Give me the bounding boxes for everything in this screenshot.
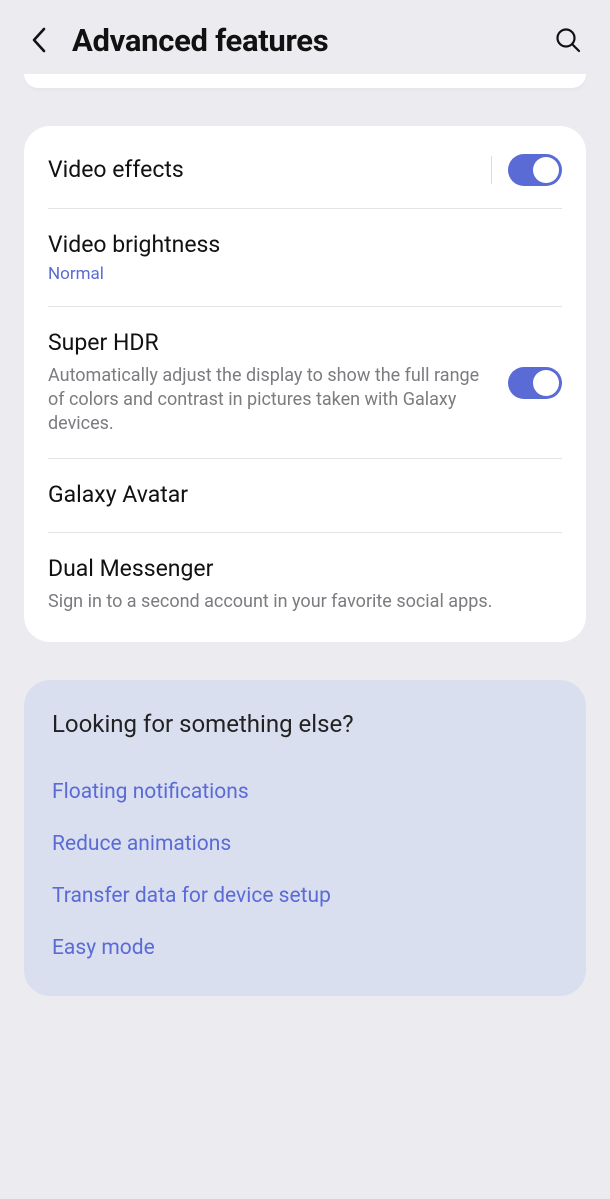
row-text: Galaxy Avatar xyxy=(48,481,562,510)
link-transfer-data[interactable]: Transfer data for device setup xyxy=(52,870,558,922)
row-text: Dual Messenger Sign in to a second accou… xyxy=(48,555,562,614)
toggle-knob xyxy=(533,370,559,396)
row-label: Galaxy Avatar xyxy=(48,481,562,510)
dual-messenger-row[interactable]: Dual Messenger Sign in to a second accou… xyxy=(24,533,586,636)
looking-card: Looking for something else? Floating not… xyxy=(24,680,586,996)
row-value: Normal xyxy=(48,264,562,284)
chevron-left-icon xyxy=(30,27,50,53)
row-label: Dual Messenger xyxy=(48,555,562,584)
settings-card: Video effects Video brightness Normal Su… xyxy=(24,126,586,642)
page-title: Advanced features xyxy=(72,22,534,59)
looking-title: Looking for something else? xyxy=(52,710,558,738)
video-brightness-row[interactable]: Video brightness Normal xyxy=(24,209,586,306)
galaxy-avatar-row[interactable]: Galaxy Avatar xyxy=(24,459,586,532)
video-effects-toggle[interactable] xyxy=(508,154,562,186)
previous-card-edge xyxy=(24,74,586,88)
row-description: Sign in to a second account in your favo… xyxy=(48,590,562,614)
toggle-knob xyxy=(533,157,559,183)
vertical-separator xyxy=(491,156,492,184)
row-label: Super HDR xyxy=(48,329,492,358)
row-text: Video effects xyxy=(48,156,475,185)
header-bar: Advanced features xyxy=(0,0,610,74)
super-hdr-row[interactable]: Super HDR Automatically adjust the displ… xyxy=(24,307,586,459)
search-button[interactable] xyxy=(548,20,588,60)
row-description: Automatically adjust the display to show… xyxy=(48,364,492,437)
row-label: Video brightness xyxy=(48,231,562,260)
link-reduce-animations[interactable]: Reduce animations xyxy=(52,818,558,870)
video-effects-row[interactable]: Video effects xyxy=(24,132,586,208)
back-button[interactable] xyxy=(22,22,58,58)
row-text: Super HDR Automatically adjust the displ… xyxy=(48,329,492,437)
link-floating-notifications[interactable]: Floating notifications xyxy=(52,766,558,818)
row-text: Video brightness Normal xyxy=(48,231,562,284)
search-icon xyxy=(554,26,582,54)
link-easy-mode[interactable]: Easy mode xyxy=(52,922,558,974)
super-hdr-toggle[interactable] xyxy=(508,367,562,399)
row-label: Video effects xyxy=(48,156,475,185)
